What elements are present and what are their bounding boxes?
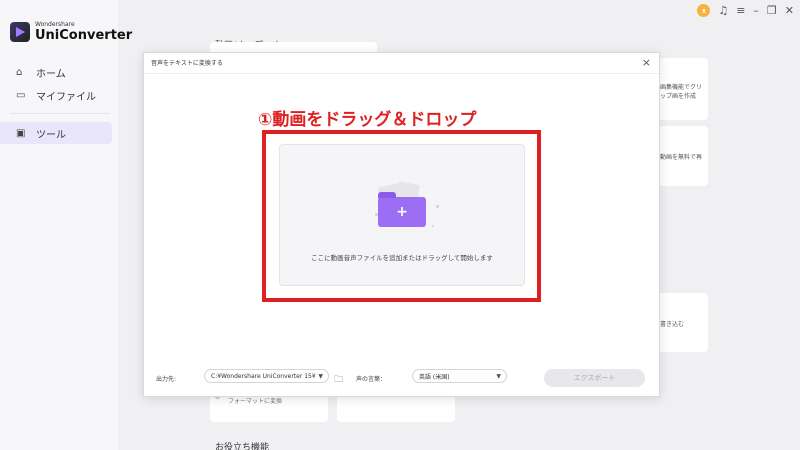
output-path-value: C:¥Wondershare UniConverter 15¥ bbox=[211, 372, 316, 380]
toolbox-icon: ▣ bbox=[16, 127, 26, 139]
window-controls: ᴥ ♫ ≡ – ❐ ✕ bbox=[697, 4, 794, 17]
product-name: UniConverter bbox=[35, 28, 133, 43]
tool-card[interactable]: 画集機能でクリップ画を作成 bbox=[658, 58, 708, 120]
uniconverter-logo-icon bbox=[10, 22, 30, 42]
sidebar-item-label: マイファイル bbox=[36, 91, 96, 103]
headset-icon[interactable]: ♫ bbox=[718, 4, 728, 17]
menu-icon[interactable]: ≡ bbox=[736, 4, 745, 17]
dialog-title: 音声をテキストに変換する bbox=[151, 60, 223, 67]
sidebar-divider bbox=[10, 113, 110, 114]
annotation-callout: ①動画をドラッグ＆ドロップ bbox=[258, 110, 477, 130]
output-label: 出力先: bbox=[156, 376, 177, 383]
tool-card-label: 書き込む bbox=[660, 321, 685, 328]
app-logo: Wondershare UniConverter bbox=[10, 22, 132, 42]
speech-to-text-dialog: 音声をテキストに変換する × ①動画をドラッグ＆ドロップ + ここに動画音声ファ… bbox=[143, 52, 660, 397]
minimize-icon[interactable]: – bbox=[753, 4, 759, 17]
language-label: 声の言葉： bbox=[356, 376, 387, 383]
tool-card-label: 画集機能でクリップ画を作成 bbox=[660, 84, 703, 100]
avatar[interactable]: ᴥ bbox=[697, 4, 711, 17]
language-select[interactable]: 英語 (米国) ▼ bbox=[412, 369, 507, 383]
sidebar-item-home[interactable]: ⌂ ホーム bbox=[0, 61, 112, 83]
output-path-select[interactable]: C:¥Wondershare UniConverter 15¥ ▼ bbox=[204, 369, 329, 383]
tool-card-label: フォーマットに変換 bbox=[228, 398, 283, 405]
close-icon[interactable]: × bbox=[642, 56, 651, 69]
close-window-icon[interactable]: ✕ bbox=[785, 4, 794, 17]
tool-card-label: 動画を無料で再 bbox=[660, 154, 703, 161]
tool-card[interactable]: 動画を無料で再 bbox=[658, 126, 708, 186]
annotation-highlight-box bbox=[262, 130, 541, 302]
dialog-divider bbox=[144, 73, 659, 74]
tool-card[interactable]: 書き込む bbox=[658, 293, 708, 352]
folder-icon: ▭ bbox=[16, 89, 26, 101]
language-value: 英語 (米国) bbox=[419, 373, 450, 381]
sidebar-item-label: ホーム bbox=[36, 68, 66, 80]
sidebar-item-label: ツール bbox=[36, 129, 66, 141]
sidebar-item-my-files[interactable]: ▭ マイファイル bbox=[0, 84, 112, 106]
home-icon: ⌂ bbox=[16, 66, 23, 78]
sidebar-item-tools[interactable]: ▣ ツール bbox=[0, 122, 112, 144]
dialog-footer: 出力先: C:¥Wondershare UniConverter 15¥ ▼ 🗀… bbox=[144, 365, 659, 393]
export-button[interactable]: エクスポート bbox=[544, 369, 645, 387]
chevron-down-icon: ▼ bbox=[318, 372, 323, 380]
restore-icon[interactable]: ❐ bbox=[767, 4, 777, 17]
chevron-down-icon: ▼ bbox=[496, 372, 501, 380]
sidebar: Wondershare UniConverter ⌂ ホーム ▭ マイファイル … bbox=[0, 0, 132, 450]
footer-heading: お役立ち機能 bbox=[215, 443, 270, 450]
open-folder-icon[interactable]: 🗀 bbox=[334, 372, 343, 388]
